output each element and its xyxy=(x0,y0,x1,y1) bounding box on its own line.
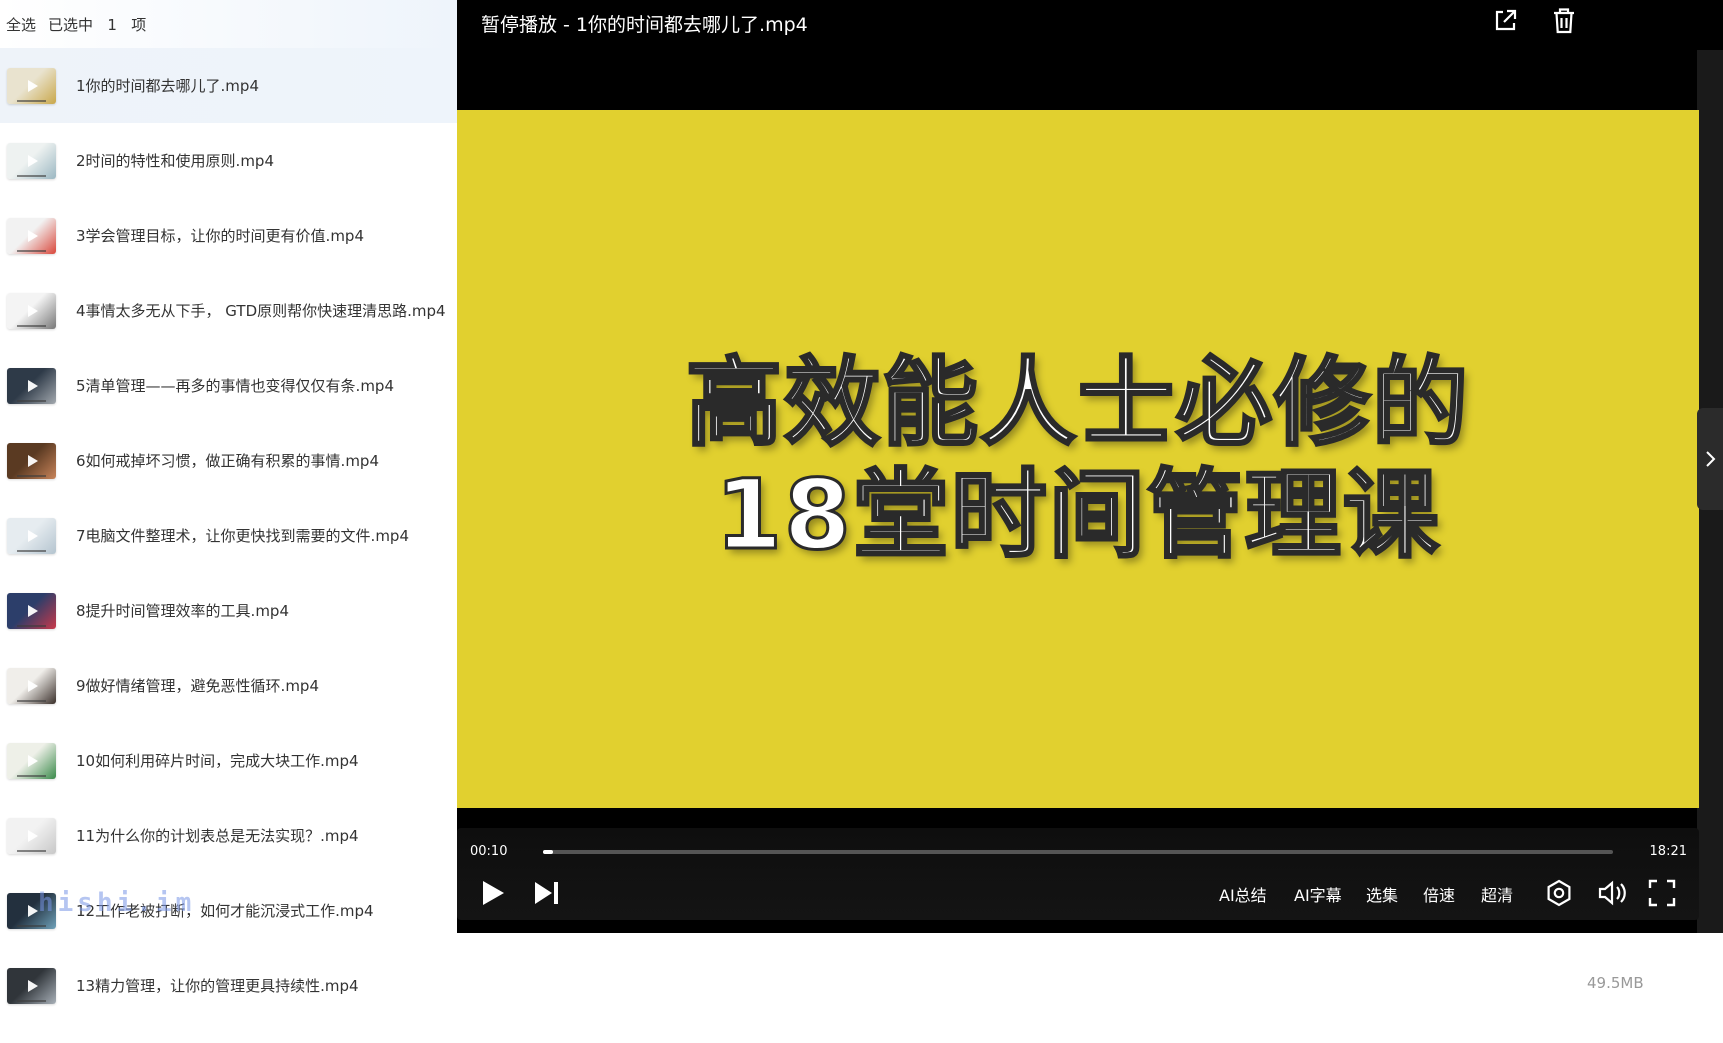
total-time: 18:21 xyxy=(1649,844,1687,859)
delete-button[interactable] xyxy=(1549,6,1579,36)
file-name: 9做好情绪管理，避免恶性循环.mp4 xyxy=(76,677,319,695)
file-name: 2时间的特性和使用原则.mp4 xyxy=(76,152,274,170)
file-size: 49.5MB xyxy=(1587,974,1644,992)
file-name: 5清单管理——再多的事情也变得仅仅有条.mp4 xyxy=(76,377,394,395)
video-thumbnail xyxy=(7,892,56,929)
file-name: 1你的时间都去哪儿了.mp4 xyxy=(76,77,259,95)
trash-icon xyxy=(1554,8,1574,34)
quality-button[interactable]: 超清 xyxy=(1481,882,1513,906)
video-thumbnail xyxy=(7,817,56,854)
file-name: 8提升时间管理效率的工具.mp4 xyxy=(76,602,289,620)
speaker-icon xyxy=(1598,880,1626,906)
open-external-button[interactable] xyxy=(1490,6,1520,36)
video-text-line-2: 18堂时间管理课 xyxy=(714,458,1441,573)
play-icon xyxy=(27,529,38,542)
video-frame[interactable]: 高效能人士必修的 18堂时间管理课 xyxy=(457,110,1699,808)
file-item[interactable]: 4事情太多无从下手， GTD原则帮你快速理清思路.mp4 xyxy=(0,273,457,348)
selected-label: 已选中 1 项 xyxy=(48,15,147,34)
file-item[interactable]: 12工作老被打断，如何才能沉浸式工作.mp4 xyxy=(0,873,457,948)
video-thumbnail xyxy=(7,442,56,479)
play-icon xyxy=(27,379,38,392)
player-title: 暂停播放 - 1你的时间都去哪儿了.mp4 xyxy=(481,14,808,36)
file-item[interactable]: 8提升时间管理效率的工具.mp4 xyxy=(0,573,457,648)
play-icon xyxy=(27,829,38,842)
file-item[interactable]: 2时间的特性和使用原则.mp4 xyxy=(0,123,457,198)
file-name: 3学会管理目标，让你的时间更有价值.mp4 xyxy=(76,227,364,245)
play-icon xyxy=(27,904,38,917)
video-thumbnail xyxy=(7,742,56,779)
file-item[interactable]: 7电脑文件整理术，让你更快找到需要的文件.mp4 xyxy=(0,498,457,573)
play-icon xyxy=(27,979,38,992)
volume-button[interactable] xyxy=(1597,876,1627,910)
file-list-panel: 全选 已选中 1 项 1你的时间都去哪儿了.mp4 2时间的特性和使用原则.mp4… xyxy=(0,0,457,1043)
video-thumbnail xyxy=(7,517,56,554)
play-button[interactable] xyxy=(479,876,507,910)
file-item[interactable]: 6如何戒掉坏习惯，做正确有积累的事情.mp4 xyxy=(0,423,457,498)
video-thumbnail xyxy=(7,667,56,704)
play-icon xyxy=(27,304,38,317)
selection-header: 全选 已选中 1 项 xyxy=(0,0,457,48)
current-time: 00:10 xyxy=(470,844,508,859)
play-icon xyxy=(27,454,38,467)
selected-count: 1 xyxy=(107,15,117,34)
file-name: 11为什么你的计划表总是无法实现？.mp4 xyxy=(76,827,359,845)
episodes-button[interactable]: 选集 xyxy=(1366,882,1398,906)
video-thumbnail xyxy=(7,217,56,254)
video-player: 暂停播放 - 1你的时间都去哪儿了.mp4 高效能人士必修的 18堂时间管理课 … xyxy=(457,0,1723,933)
file-name: 6如何戒掉坏习惯，做正确有积累的事情.mp4 xyxy=(76,452,379,470)
video-thumbnail xyxy=(7,967,56,1004)
video-thumbnail xyxy=(7,142,56,179)
file-name: 7电脑文件整理术，让你更快找到需要的文件.mp4 xyxy=(76,527,409,545)
file-name: 13精力管理，让你的管理更具持续性.mp4 xyxy=(76,977,359,995)
file-name: 10如何利用碎片时间，完成大块工作.mp4 xyxy=(76,752,359,770)
skip-next-icon xyxy=(535,882,558,904)
side-panel-toggle[interactable] xyxy=(1697,408,1723,510)
next-button[interactable] xyxy=(533,876,561,910)
file-item[interactable]: 1你的时间都去哪儿了.mp4 xyxy=(0,48,457,123)
speed-button[interactable]: 倍速 xyxy=(1423,882,1455,906)
open-external-icon xyxy=(1495,9,1517,31)
video-thumbnail xyxy=(7,367,56,404)
file-item[interactable]: 13精力管理，让你的管理更具持续性.mp4 xyxy=(0,948,457,1023)
file-item[interactable]: 9做好情绪管理，避免恶性循环.mp4 xyxy=(0,648,457,723)
file-name: 12工作老被打断，如何才能沉浸式工作.mp4 xyxy=(76,902,374,920)
file-item[interactable]: 11为什么你的计划表总是无法实现？.mp4 xyxy=(0,798,457,873)
video-thumbnail xyxy=(7,592,56,629)
video-thumbnail xyxy=(7,292,56,329)
play-icon xyxy=(27,154,38,167)
play-icon xyxy=(27,604,38,617)
player-controls: 00:10 18:21 AI总结 AI字幕 选集 倍速 超清 xyxy=(457,828,1699,920)
play-icon xyxy=(483,881,504,905)
ai-summary-button[interactable]: AI总结 xyxy=(1219,882,1267,906)
play-icon xyxy=(27,679,38,692)
ai-subtitle-button[interactable]: AI字幕 xyxy=(1294,882,1342,906)
file-name: 4事情太多无从下手， GTD原则帮你快速理清思路.mp4 xyxy=(76,302,446,320)
video-text-line-1: 高效能人士必修的 xyxy=(685,346,1470,461)
fullscreen-icon xyxy=(1648,879,1676,907)
file-item[interactable]: 10如何利用碎片时间，完成大块工作.mp4 xyxy=(0,723,457,798)
play-icon xyxy=(27,754,38,767)
play-icon xyxy=(27,79,38,92)
video-thumbnail xyxy=(7,67,56,104)
select-all-button[interactable]: 全选 xyxy=(6,14,36,35)
gear-icon xyxy=(1547,879,1571,907)
file-item[interactable]: 5清单管理——再多的事情也变得仅仅有条.mp4 xyxy=(0,348,457,423)
play-icon xyxy=(27,229,38,242)
progress-bar[interactable] xyxy=(543,850,1613,854)
chevron-right-icon xyxy=(1706,451,1716,467)
file-item[interactable]: 3学会管理目标，让你的时间更有价值.mp4 xyxy=(0,198,457,273)
video-file-list: 1你的时间都去哪儿了.mp4 2时间的特性和使用原则.mp4 3学会管理目标，让你的… xyxy=(0,48,457,1023)
progress-fill xyxy=(543,850,553,854)
fullscreen-button[interactable] xyxy=(1647,876,1677,910)
settings-button[interactable] xyxy=(1544,876,1574,910)
